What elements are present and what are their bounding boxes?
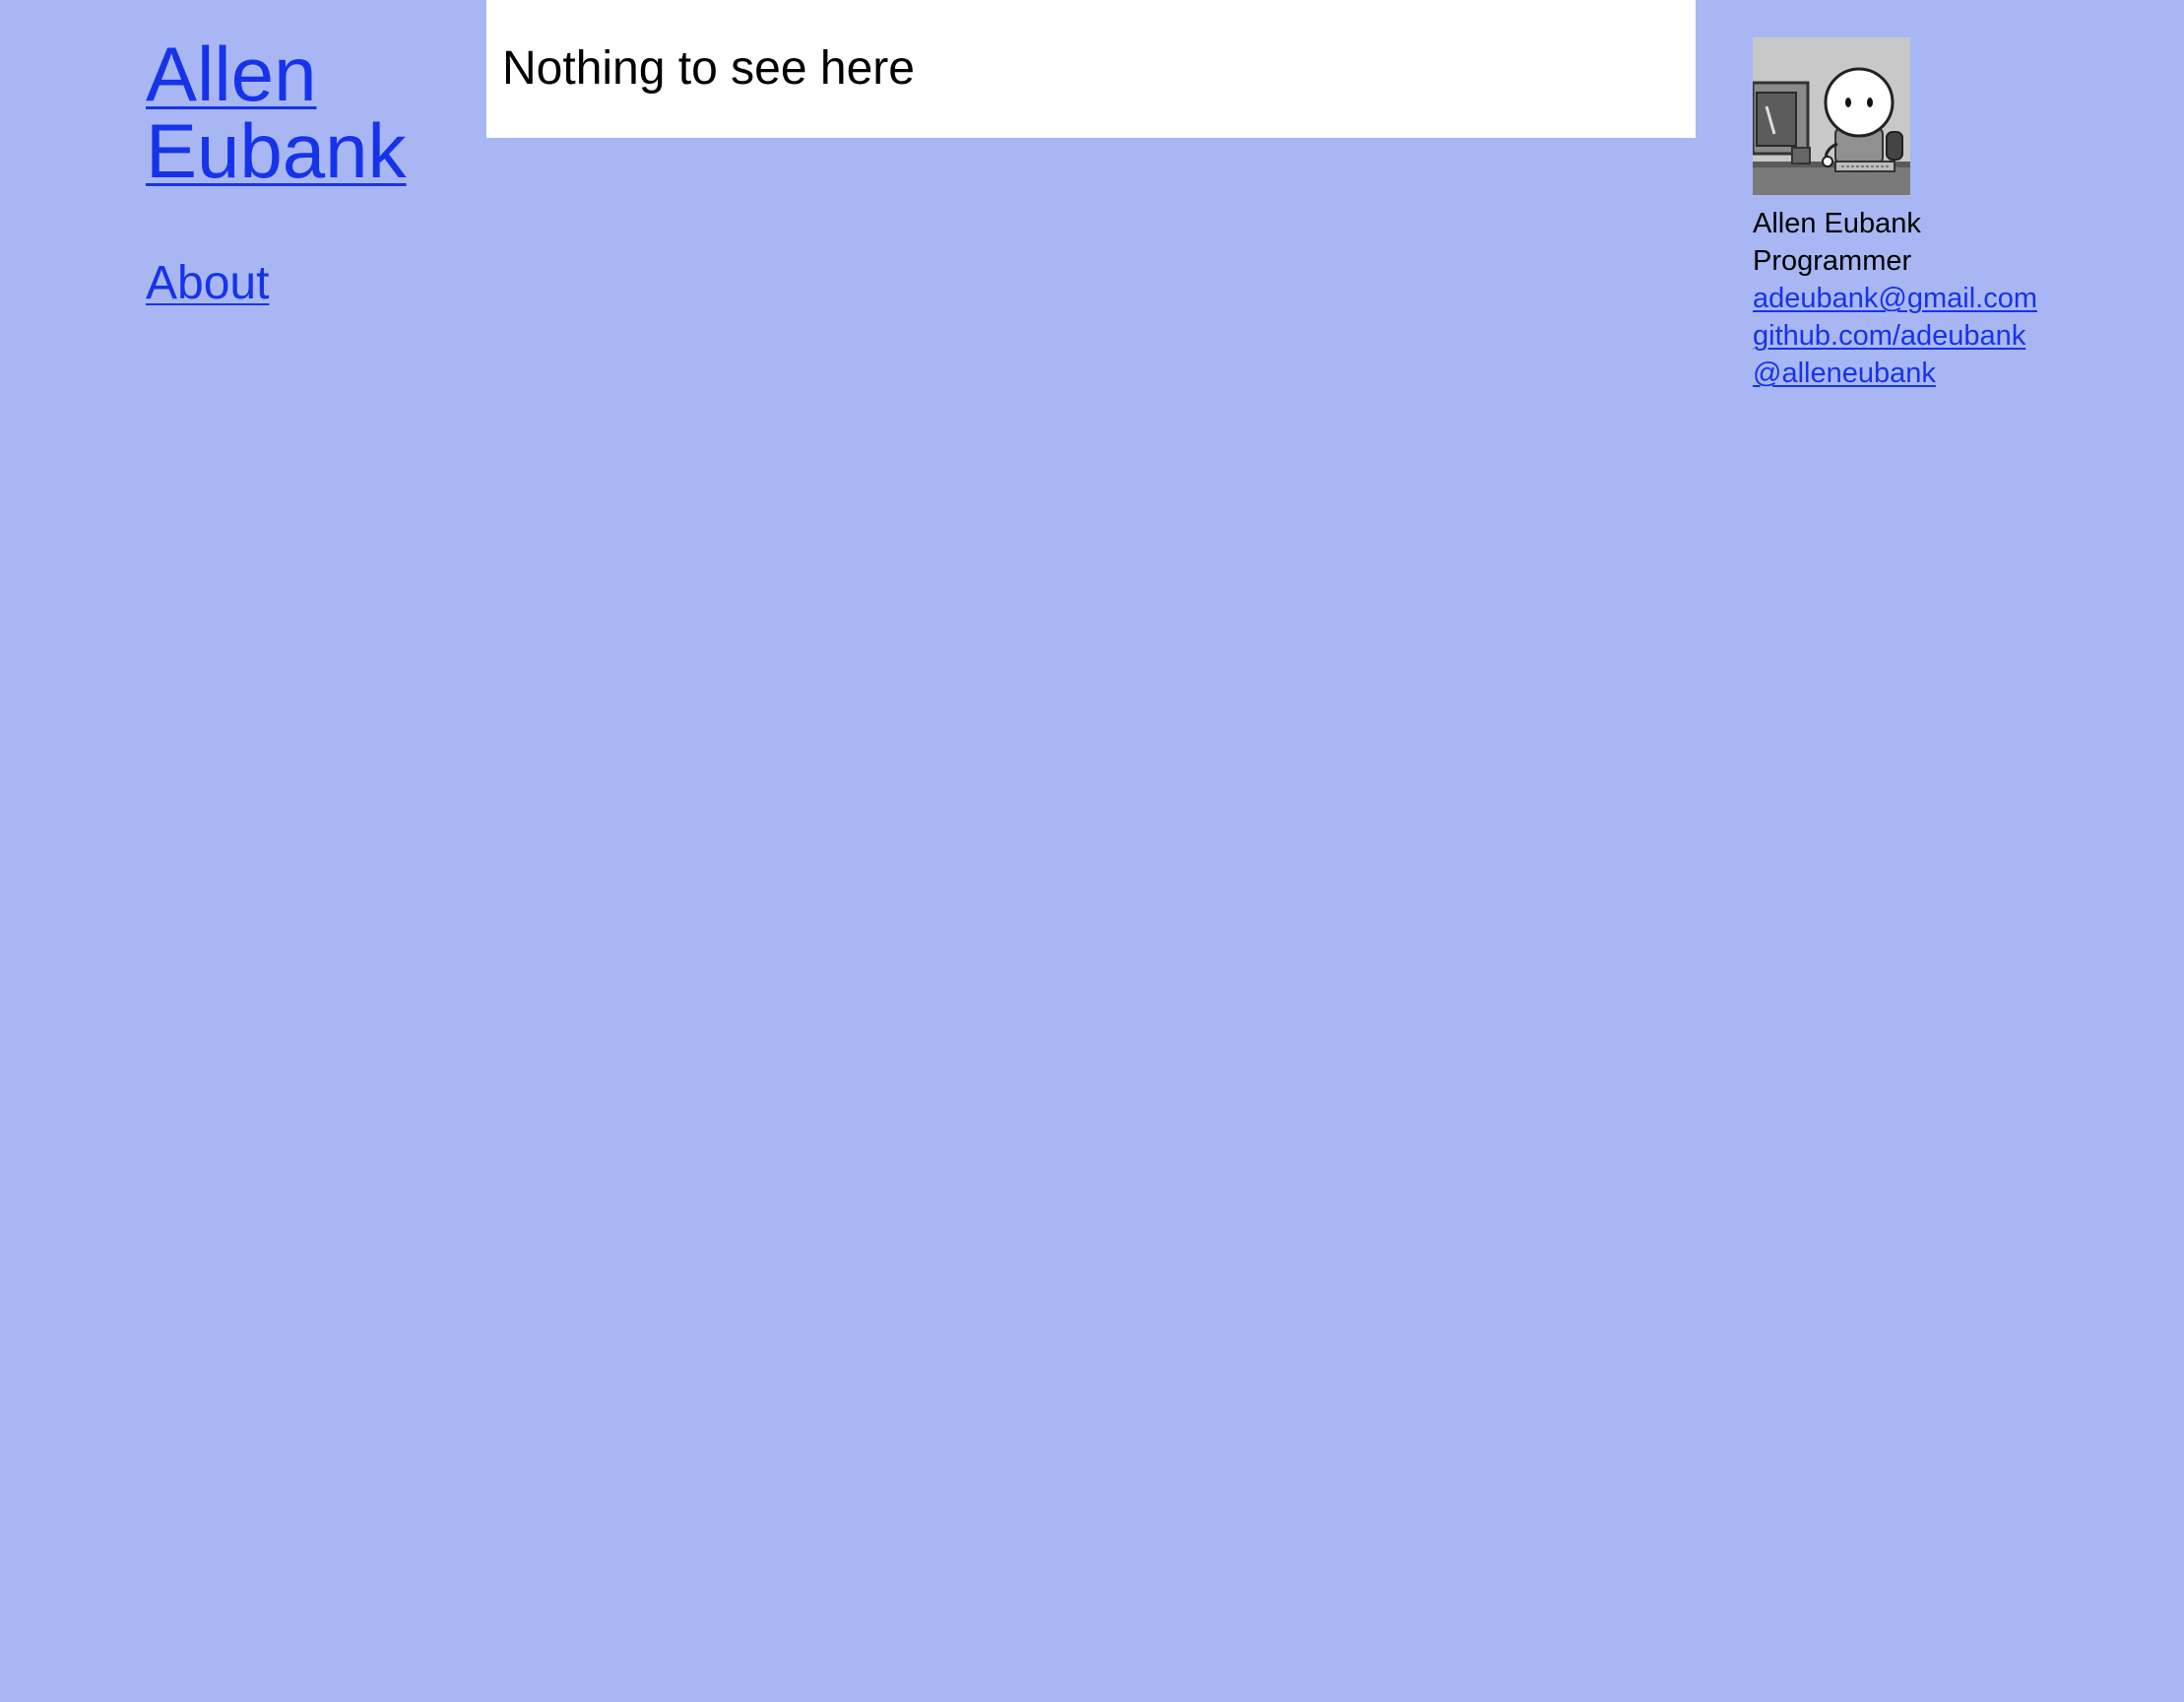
profile-role: Programmer bbox=[1753, 245, 1912, 277]
github-link[interactable]: github.com/adeubank bbox=[1753, 317, 2147, 355]
profile-card: Allen Eubank Programmer adeubank@gmail.c… bbox=[1753, 37, 2147, 392]
profile-details: Allen Eubank Programmer adeubank@gmail.c… bbox=[1753, 205, 2147, 392]
site-title-first: Allen bbox=[146, 31, 317, 117]
site-title-last: Eubank bbox=[146, 107, 407, 194]
email-link[interactable]: adeubank@gmail.com bbox=[1753, 280, 2147, 317]
nav-link-about[interactable]: About bbox=[146, 256, 269, 311]
main-content-panel: Nothing to see here bbox=[486, 0, 1696, 138]
main-message: Nothing to see here bbox=[502, 42, 915, 95]
avatar-icon bbox=[1753, 37, 1910, 195]
profile-name: Allen Eubank bbox=[1753, 208, 1921, 239]
twitter-link[interactable]: @alleneubank bbox=[1753, 355, 2147, 392]
site-title-link[interactable]: Allen Eubank bbox=[146, 35, 431, 189]
